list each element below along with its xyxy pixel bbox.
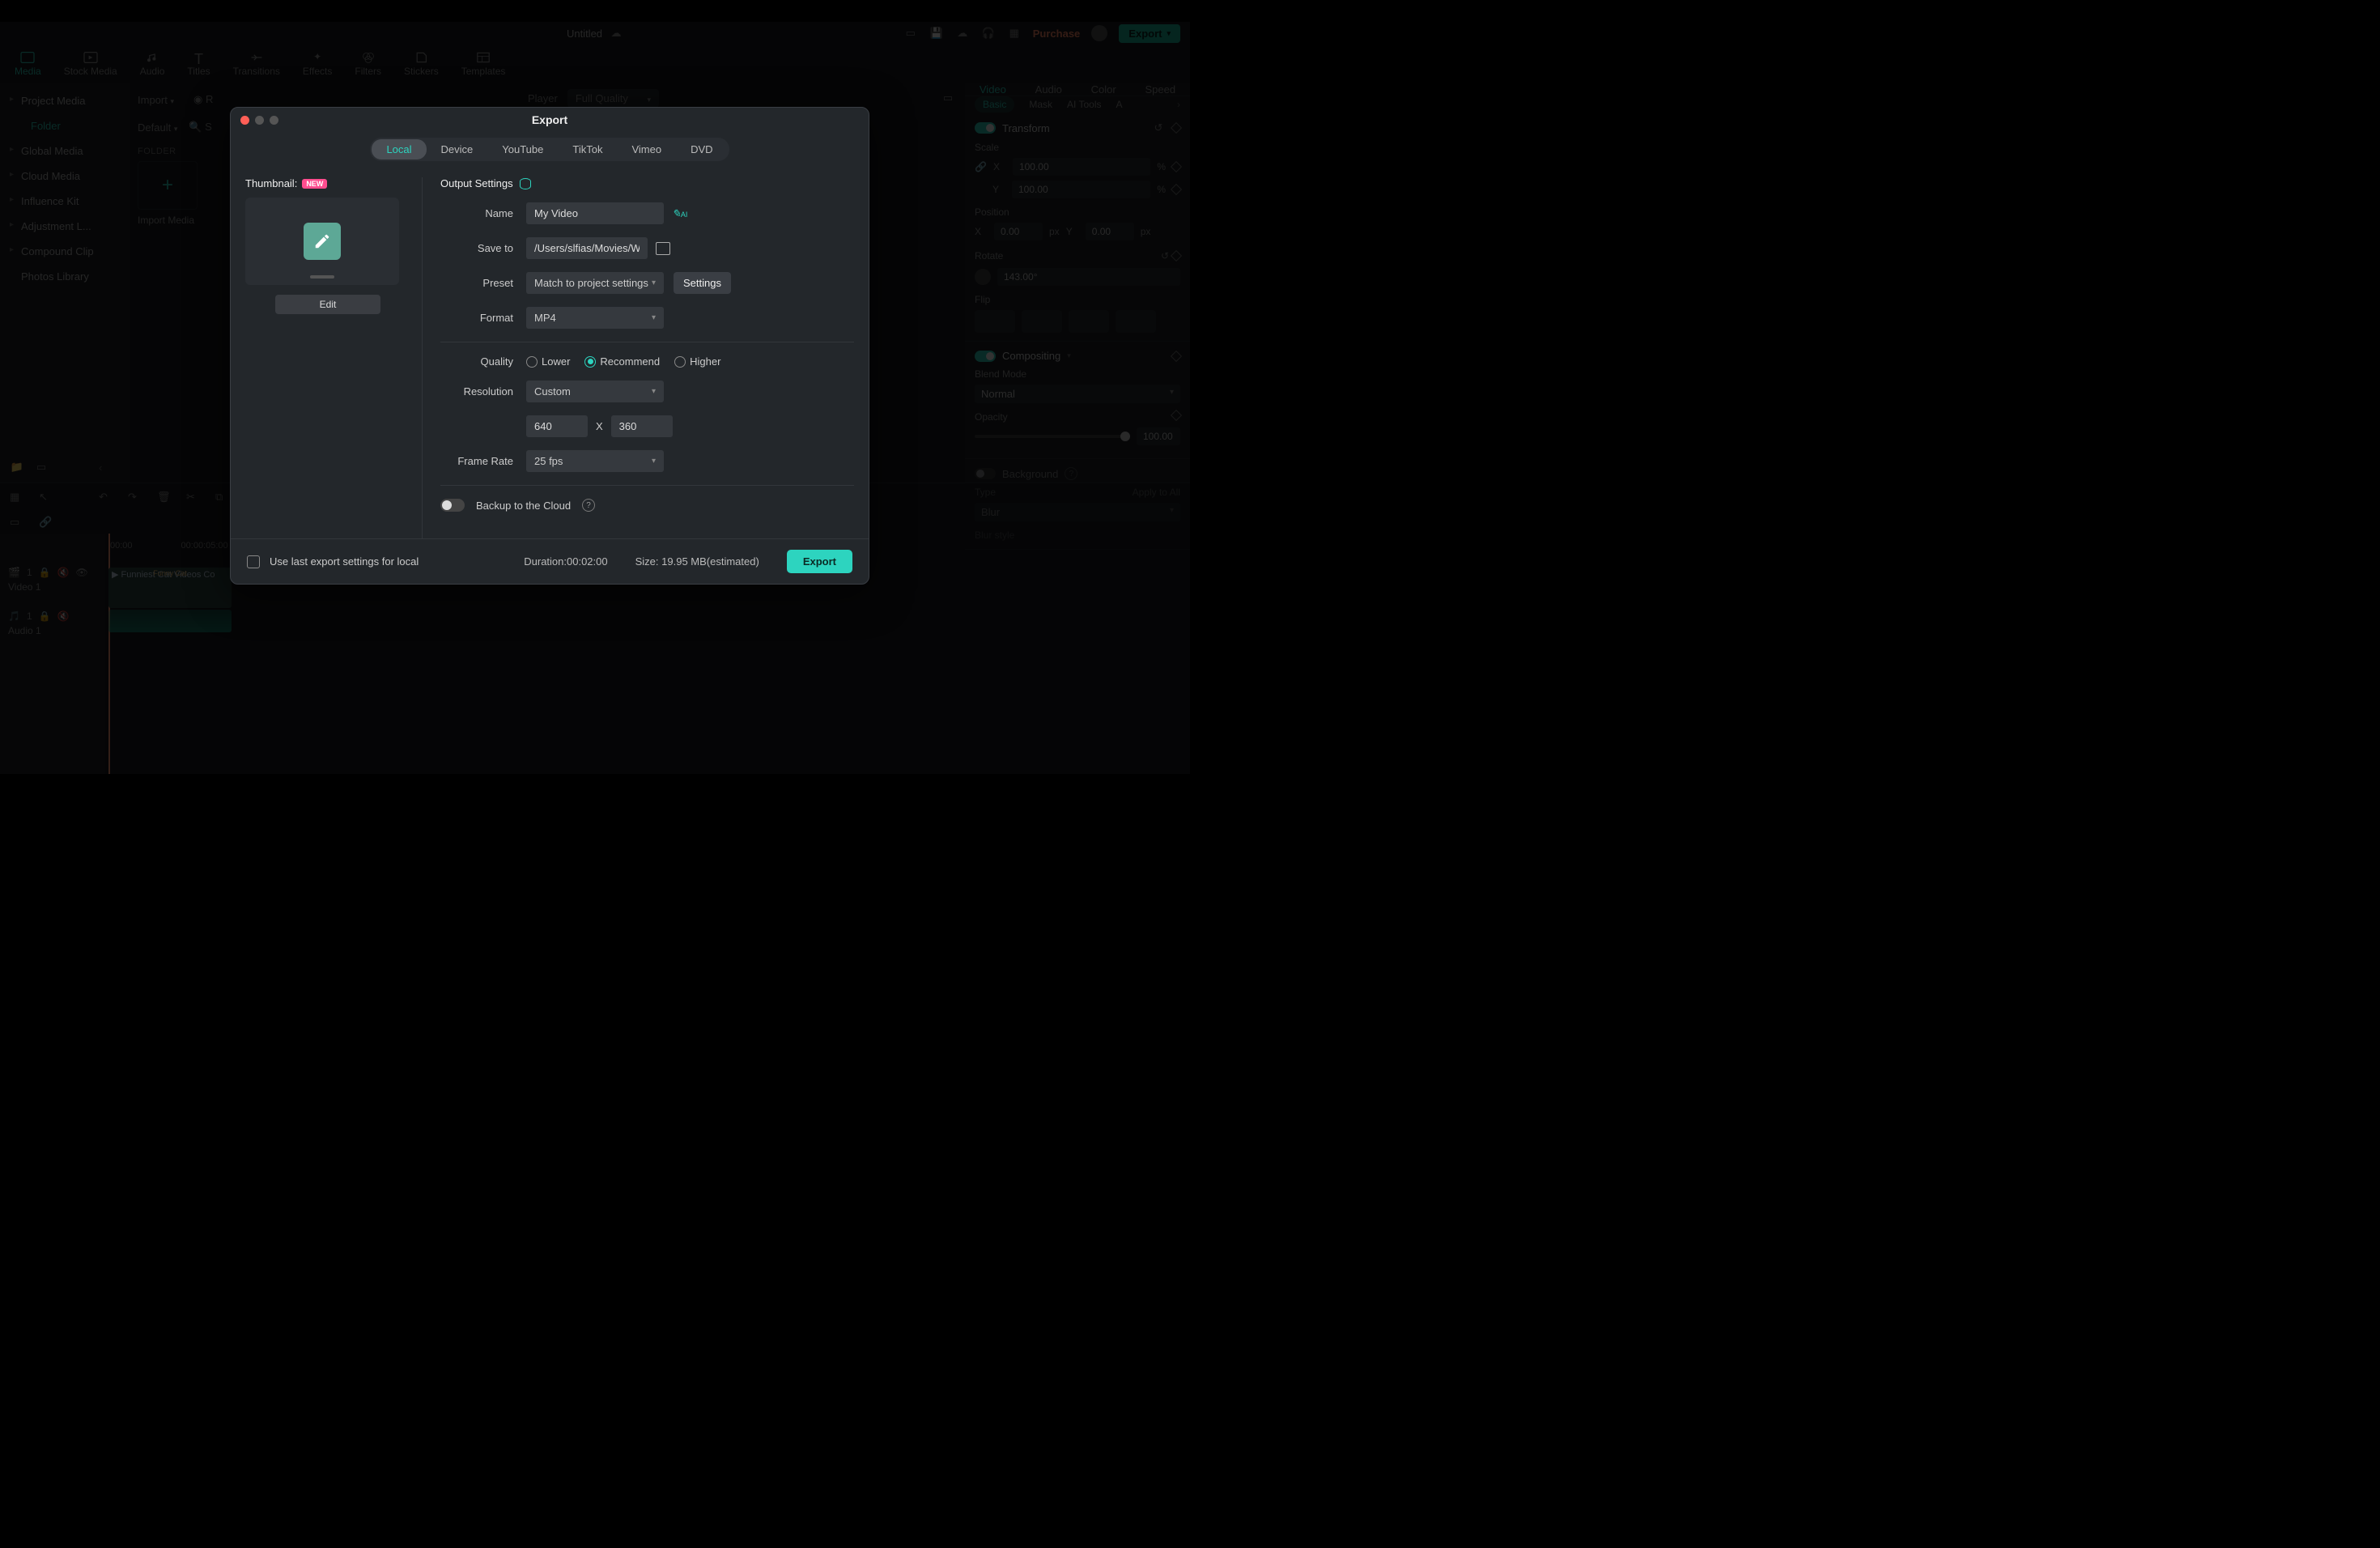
edit-thumbnail-button[interactable]: Edit — [275, 295, 380, 314]
output-settings-icon — [520, 178, 531, 189]
ai-name-icon[interactable]: ✎AI — [672, 207, 687, 220]
name-input[interactable] — [526, 202, 664, 224]
export-dialog-title: Export — [231, 113, 869, 126]
resolution-width-input[interactable] — [526, 415, 588, 437]
preset-settings-button[interactable]: Settings — [674, 272, 731, 294]
output-settings-label: Output Settings — [440, 177, 513, 189]
resolution-label: Resolution — [440, 385, 526, 398]
edit-thumbnail-icon — [304, 223, 341, 260]
saveto-input[interactable] — [526, 237, 648, 259]
name-label: Name — [440, 207, 526, 219]
export-tab-youtube[interactable]: YouTube — [487, 139, 558, 159]
export-tab-dvd[interactable]: DVD — [676, 139, 727, 159]
export-tab-device[interactable]: Device — [427, 139, 488, 159]
export-tab-tiktok[interactable]: TikTok — [558, 139, 617, 159]
resolution-x-separator: X — [596, 420, 603, 432]
thumbnail-indicator — [310, 275, 334, 279]
thumbnail-label: Thumbnail: — [245, 177, 297, 189]
framerate-label: Frame Rate — [440, 455, 526, 467]
quality-label: Quality — [440, 355, 526, 368]
resolution-height-input[interactable] — [611, 415, 673, 437]
export-confirm-button[interactable]: Export — [787, 550, 852, 573]
quality-higher-radio[interactable]: Higher — [674, 355, 720, 368]
use-last-settings-label: Use last export settings for local — [270, 555, 419, 568]
format-label: Format — [440, 312, 526, 324]
framerate-select[interactable]: 25 fps▾ — [526, 450, 664, 472]
quality-recommend-radio[interactable]: Recommend — [584, 355, 660, 368]
export-tabbar: Local Device YouTube TikTok Vimeo DVD — [370, 138, 729, 161]
quality-lower-radio[interactable]: Lower — [526, 355, 570, 368]
duration-info: Duration:00:02:00 — [524, 555, 607, 568]
saveto-label: Save to — [440, 242, 526, 254]
browse-folder-icon[interactable] — [656, 242, 670, 255]
export-dialog: Export Local Device YouTube TikTok Vimeo… — [230, 107, 869, 585]
resolution-select[interactable]: Custom▾ — [526, 381, 664, 402]
export-tab-local[interactable]: Local — [372, 139, 426, 159]
export-tab-vimeo[interactable]: Vimeo — [617, 139, 676, 159]
backup-cloud-toggle[interactable] — [440, 499, 465, 512]
thumbnail-preview[interactable] — [245, 198, 399, 285]
backup-help-icon[interactable]: ? — [582, 499, 595, 512]
backup-cloud-label: Backup to the Cloud — [476, 500, 571, 512]
new-badge: NEW — [302, 179, 327, 189]
size-info: Size: 19.95 MB(estimated) — [635, 555, 759, 568]
preset-label: Preset — [440, 277, 526, 289]
format-select[interactable]: MP4▾ — [526, 307, 664, 329]
preset-select[interactable]: Match to project settings▾ — [526, 272, 664, 294]
use-last-settings-checkbox[interactable] — [247, 555, 260, 568]
